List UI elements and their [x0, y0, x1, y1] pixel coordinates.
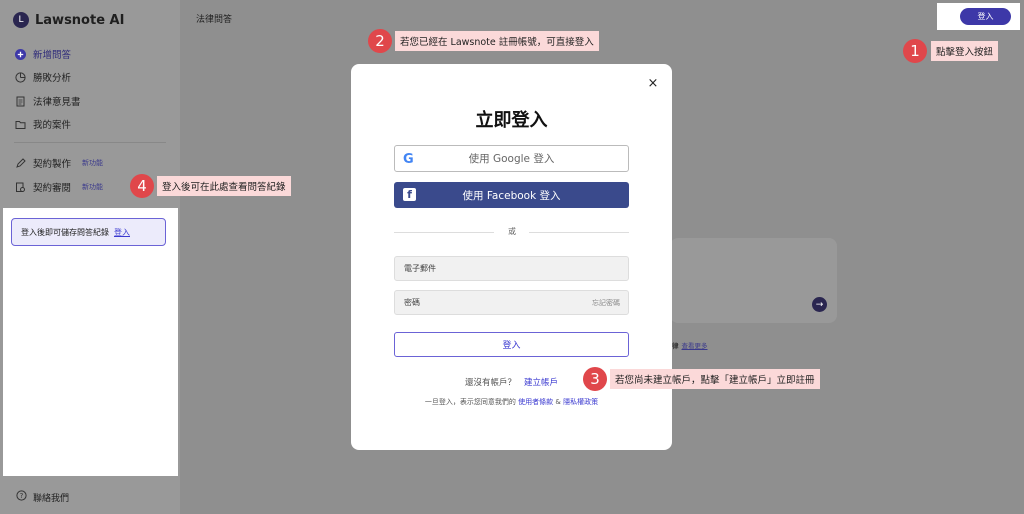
password-placeholder: 密碼 — [404, 298, 420, 307]
history-login-link[interactable]: 登入 — [114, 227, 130, 238]
sidebar-divider — [14, 142, 166, 143]
annotation-label-4: 登入後可在此處查看問答紀錄 — [157, 176, 291, 196]
annotation-circle-2: 2 — [368, 29, 392, 53]
sidebar-item-contract-review[interactable]: 契約審閱 新功能 — [15, 180, 103, 194]
facebook-login-button[interactable]: f 使用 Facebook 登入 — [394, 182, 629, 208]
sidebar-item-my-cases[interactable]: 我的案件 — [15, 117, 71, 131]
sidebar-item-label: 我的案件 — [33, 120, 72, 131]
contact-us[interactable]: ? 聯絡我們 — [16, 490, 69, 504]
document-icon — [15, 96, 26, 107]
sidebar-item-new-qa[interactable]: 新增問答 — [15, 47, 71, 61]
pen-icon — [15, 157, 26, 169]
terms-link[interactable]: 使用者條款 — [518, 398, 553, 406]
password-field[interactable]: 密碼 忘記密碼 — [394, 290, 629, 315]
annotation-label-1: 點擊登入按鈕 — [931, 41, 999, 61]
page-title: 法律問答 — [196, 15, 233, 25]
new-feature-badge: 新功能 — [82, 159, 104, 167]
forgot-password-link[interactable]: 忘記密碼 — [592, 298, 620, 308]
annotation-circle-4: 4 — [130, 174, 154, 198]
no-account-text: 還沒有帳戶？ — [464, 378, 516, 388]
pie-chart-icon — [15, 71, 26, 83]
top-login-button[interactable]: 登入 — [960, 8, 1011, 25]
email-placeholder: 電子郵件 — [404, 264, 436, 273]
submit-arrow-icon[interactable]: → — [812, 297, 827, 312]
terms-and: & — [555, 398, 561, 406]
terms-prefix: 一旦登入，表示您同意我們的 — [424, 398, 516, 406]
truncated-text: 律 — [672, 342, 679, 350]
google-icon: G — [403, 152, 414, 167]
privacy-link[interactable]: 隱私權政策 — [563, 398, 598, 406]
sidebar-item-legal-opinion[interactable]: 法律意見書 — [15, 94, 81, 108]
plus-circle-icon — [15, 48, 26, 60]
submit-login-button[interactable]: 登入 — [394, 332, 629, 357]
sidebar-item-win-loss[interactable]: 勝敗分析 — [15, 70, 71, 84]
email-field[interactable]: 電子郵件 — [394, 256, 629, 281]
logo[interactable]: L Lawsnote AI — [13, 12, 124, 28]
create-account-link[interactable]: 建立帳戶 — [524, 378, 558, 388]
logo-icon: L — [13, 12, 29, 28]
annotation-label-3: 若您尚未建立帳戶，點擊「建立帳戶」立即註冊 — [610, 369, 820, 389]
sidebar-item-label: 法律意見書 — [33, 97, 81, 108]
svg-text:?: ? — [20, 492, 24, 500]
history-panel — [3, 208, 178, 476]
google-login-label: 使用 Google 登入 — [468, 153, 555, 165]
google-login-button[interactable]: G 使用 Google 登入 — [394, 145, 629, 172]
question-input-card — [670, 238, 837, 323]
sidebar-item-label: 新增問答 — [33, 50, 72, 61]
history-prompt-text: 登入後即可儲存問答紀錄 — [21, 227, 109, 237]
help-icon: ? — [16, 490, 27, 504]
terms-row: 一旦登入，表示您同意我們的 使用者條款 & 隱私權政策 — [351, 397, 672, 407]
or-divider-right — [529, 232, 629, 233]
contact-label: 聯絡我們 — [33, 493, 70, 504]
history-login-prompt: 登入後即可儲存問答紀錄 登入 — [11, 218, 166, 246]
see-more-link[interactable]: 查看更多 — [682, 342, 708, 350]
sidebar-item-contract-drafting[interactable]: 契約製作 新功能 — [15, 156, 103, 170]
annotation-circle-1: 1 — [903, 39, 927, 63]
review-icon — [15, 182, 26, 193]
close-icon[interactable]: × — [647, 76, 659, 91]
folder-icon — [15, 119, 26, 130]
modal-title: 立即登入 — [475, 110, 548, 131]
logo-text: Lawsnote AI — [35, 12, 125, 28]
sidebar-item-label: 契約審閱 — [33, 183, 72, 194]
sidebar-item-label: 契約製作 — [33, 159, 72, 170]
facebook-icon: f — [403, 188, 416, 201]
sidebar-item-label: 勝敗分析 — [33, 73, 72, 84]
new-feature-badge: 新功能 — [82, 183, 104, 191]
facebook-login-label: 使用 Facebook 登入 — [462, 189, 561, 202]
annotation-circle-3: 3 — [583, 367, 607, 391]
or-divider-left — [394, 232, 494, 233]
or-text: 或 — [508, 227, 516, 236]
annotation-label-2: 若您已經在 Lawsnote 註冊帳號，可直接登入 — [395, 31, 599, 51]
see-more: 律查看更多 — [672, 340, 708, 350]
